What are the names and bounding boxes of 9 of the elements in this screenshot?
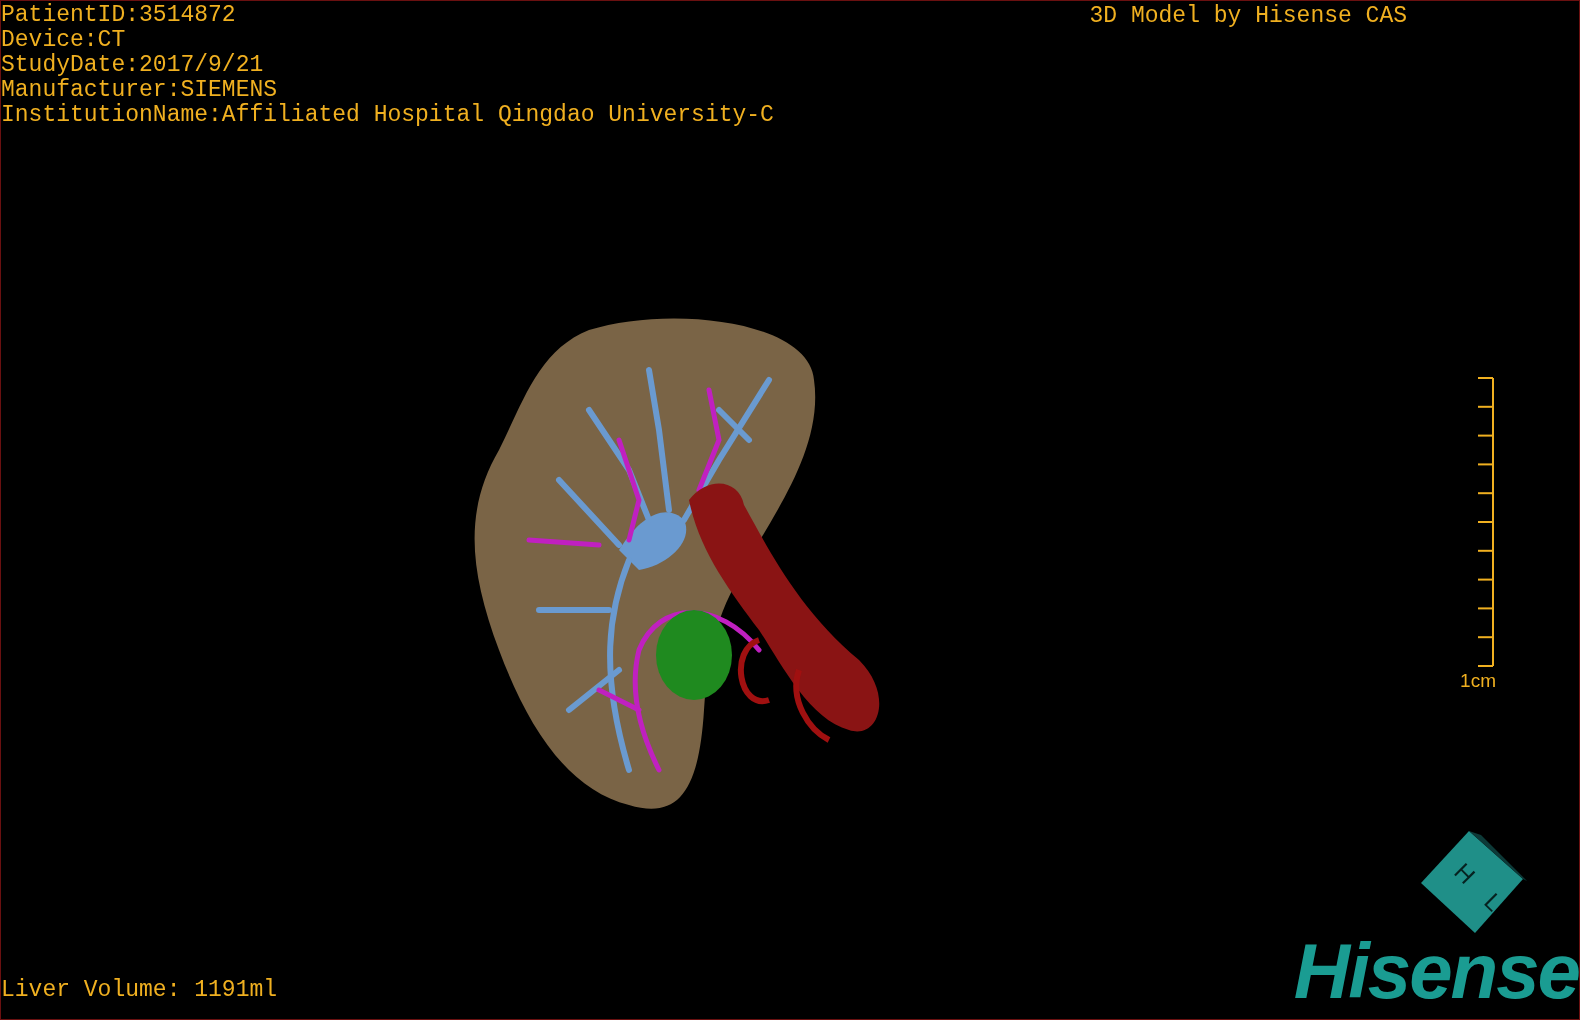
patient-info-line: InstitutionName:Affiliated Hospital Qingdao University-C — [1, 103, 774, 128]
model-title: 3D Model by Hisense CAS — [1089, 2, 1407, 29]
patient-info-line: Manufacturer:SIEMENS — [1, 78, 279, 103]
patient-info-line: Device:CT — [1, 28, 127, 53]
patient-info-line: PatientID:3514872 — [1, 3, 237, 28]
scale-label: 1cm — [1460, 670, 1496, 693]
brand-logo: Hisense — [1293, 935, 1579, 1007]
liver-volume: Liver Volume: 1191ml — [1, 978, 278, 1003]
patient-info-line: StudyDate:2017/9/21 — [1, 53, 265, 78]
